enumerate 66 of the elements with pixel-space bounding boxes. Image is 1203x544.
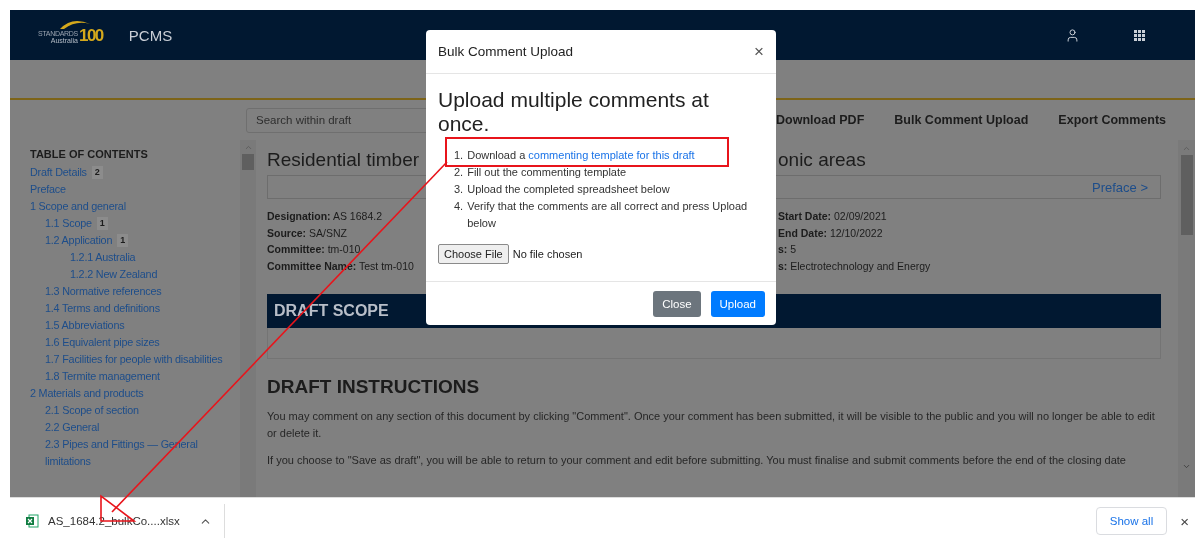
file-status: No file chosen <box>512 248 583 260</box>
toolbar-link[interactable]: Bulk Comment Upload <box>894 113 1029 127</box>
logo-mark: 100 <box>78 26 103 44</box>
detail-text: Designation: AS 1684.2 <box>267 209 383 224</box>
toc-heading: TABLE OF CONTENTS <box>30 148 149 162</box>
instruction-paragraph: You may comment on any section of this document by clicking "Comment". Once your comment has been submitted, it will be visible to the public and you will no longer be able to edit or delete it. <box>267 409 1156 441</box>
user-icon[interactable] <box>1065 27 1080 43</box>
dialog-button[interactable]: Upload <box>710 290 765 317</box>
toc-link[interactable]: Preface <box>30 181 66 198</box>
detail-text: s: 5 <box>778 242 798 257</box>
scrollbar-thumb[interactable] <box>1180 155 1193 235</box>
count-badge: 2 <box>91 166 103 179</box>
toc-link[interactable]: 2.2 General <box>45 419 100 436</box>
scroll-down-icon[interactable] <box>1182 462 1191 471</box>
choose-file-button[interactable]: Choose File <box>438 244 509 264</box>
step-number: 2. <box>454 165 464 180</box>
toolbar-link[interactable]: Download PDF <box>776 113 865 127</box>
toc-link[interactable]: 1.2 Application <box>45 232 113 249</box>
toolbar-link[interactable]: Export Comments <box>1058 113 1166 127</box>
step-number: 1. <box>454 148 464 163</box>
dialog-title: Bulk Comment Upload <box>438 44 574 59</box>
close-button[interactable]: × <box>1180 512 1189 530</box>
app-name: PCMS <box>128 26 173 44</box>
toc-link[interactable]: 1.2.1 Australia <box>70 249 136 266</box>
step-number: 3. <box>454 182 464 197</box>
detail-text: Source: SA/SNZ <box>267 225 348 241</box>
dialog-button[interactable]: Close <box>653 290 701 317</box>
step-text: Upload the completed spreadsheet below <box>467 182 670 197</box>
document-title: Residential timber <box>267 148 421 172</box>
toc-link[interactable]: 1.4 Terms and definitions <box>45 300 160 317</box>
toc-link[interactable]: 1.6 Equivalent pipe sizes <box>45 334 160 351</box>
sidebar-scrollbar[interactable] <box>240 140 256 497</box>
download-file-name[interactable]: AS_1684.2_bulkCo....xlsx <box>48 515 180 527</box>
toc-link[interactable]: 2.1 Scope of section <box>45 402 139 419</box>
step-number: 4. <box>454 199 464 214</box>
preface-link[interactable]: Preface > <box>1092 179 1148 195</box>
toc-link[interactable]: 1.2.2 New Zealand <box>70 266 158 283</box>
page-scrollbar[interactable] <box>1178 140 1195 497</box>
step-text: Download a commenting template for this draft <box>467 148 695 163</box>
show-all-button[interactable]: Show all <box>1095 507 1168 535</box>
toc-link[interactable]: 2 Materials and products <box>30 385 144 402</box>
detail-text: Committee: tm-010 <box>267 242 362 257</box>
toc-link[interactable]: 1.8 Termite management <box>45 368 160 385</box>
apps-grid-icon[interactable] <box>1134 29 1145 41</box>
toc-link[interactable]: 1.5 Abbreviations <box>45 317 125 334</box>
detail-text: End Date: 12/10/2022 <box>778 225 884 241</box>
detail-text: s: Electrotechnology and Energy <box>778 258 932 274</box>
document-title: onic areas <box>778 148 867 172</box>
toc-link[interactable]: 1.1 Scope <box>45 215 92 232</box>
toc-link[interactable]: 1.3 Normative references <box>45 283 162 300</box>
section-heading: DRAFT INSTRUCTIONS <box>267 376 481 398</box>
step-text: Verify that the comments are all correct and press Upload below <box>467 199 749 231</box>
instruction-paragraph: If you choose to "Save as draft", you will be able to return to your comment and edit before submitting. You must finalise and submit comments before the end of the closing date <box>267 453 1127 468</box>
scrollbar-thumb[interactable] <box>242 154 254 170</box>
toc-link[interactable]: 1.7 Facilities for people with disabilities <box>45 351 223 368</box>
spreadsheet-icon <box>25 514 39 528</box>
template-link[interactable]: commenting template for this draft <box>528 149 695 161</box>
step-text: Fill out the commenting template <box>467 165 627 180</box>
scroll-up-icon[interactable] <box>1182 144 1191 153</box>
count-badge: 1 <box>96 217 108 230</box>
close-button[interactable]: × <box>754 41 764 62</box>
count-badge: 1 <box>117 234 129 247</box>
scroll-up-icon[interactable] <box>243 143 253 152</box>
toc-link[interactable]: 1 Scope and general <box>30 198 126 215</box>
toc-link[interactable]: Draft Details <box>30 164 87 181</box>
detail-text: Start Date: 02/09/2021 <box>778 209 888 224</box>
